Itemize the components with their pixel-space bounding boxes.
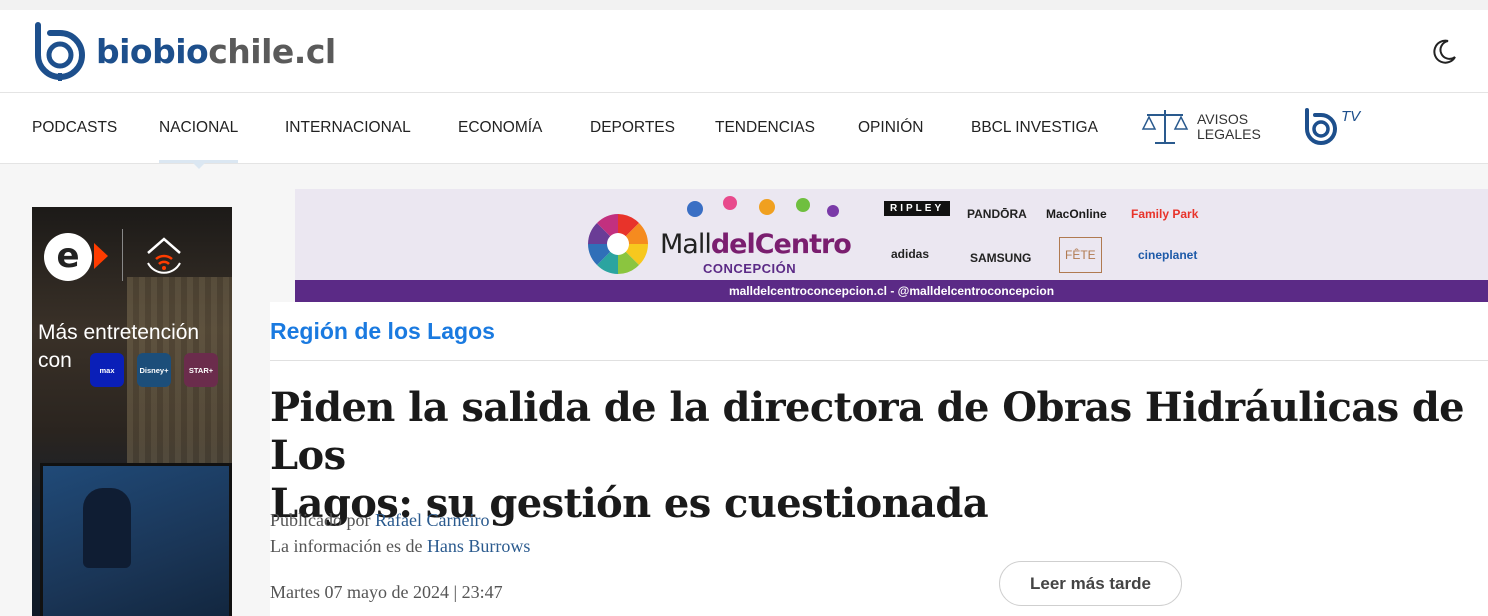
- read-later-button[interactable]: Leer más tarde: [999, 561, 1182, 606]
- entel-mark-icon: [94, 243, 108, 269]
- star-chip: STAR+: [184, 353, 218, 387]
- article-headline: Piden la salida de la directora de Obras…: [270, 384, 1465, 527]
- avisos-legales-link[interactable]: AVISOS LEGALES: [1141, 107, 1267, 147]
- section-divider: [270, 360, 1488, 361]
- nav-nacional[interactable]: NACIONAL: [159, 93, 239, 169]
- nav-bbcl-investiga[interactable]: BBCL INVESTIGA: [971, 93, 1098, 163]
- brand-ripley: RIPLEY: [884, 201, 951, 216]
- scales-icon: [1141, 110, 1189, 144]
- biobio-logo-icon: [35, 22, 85, 81]
- soccer-player-image: [83, 488, 131, 568]
- ad-tv-screen: [40, 463, 232, 616]
- max-chip: max: [90, 353, 124, 387]
- logo-text: biobiochile.cl: [96, 31, 336, 71]
- brand-family-park: Family Park: [1131, 207, 1199, 221]
- entel-logo-icon: e: [44, 233, 92, 281]
- brand-maconline: MacOnline: [1046, 207, 1107, 221]
- brand-cineplanet: cineplanet: [1138, 248, 1198, 262]
- section-link[interactable]: Región de los Lagos: [270, 318, 495, 345]
- left-ad-banner[interactable]: e Más entretención con max Disney+ STAR+: [32, 207, 232, 616]
- color-wheel-logo-icon: [588, 214, 648, 274]
- byline-source: La información es de Hans Burrows: [270, 536, 531, 556]
- brand-adidas: adidas: [891, 247, 930, 261]
- source-link[interactable]: Hans Burrows: [427, 536, 531, 556]
- brand-fete: FÊTE: [1059, 237, 1102, 273]
- streaming-chips: max Disney+ STAR+: [90, 353, 218, 387]
- nav-podcasts[interactable]: PODCASTS: [32, 93, 117, 163]
- nav-tendencias[interactable]: TENDENCIAS: [715, 93, 815, 163]
- ad-divider: [122, 229, 123, 281]
- brand-pandora: PANDŌRA: [967, 207, 1027, 221]
- nav-internacional[interactable]: INTERNACIONAL: [285, 93, 411, 163]
- tv-label: TV: [1341, 108, 1362, 125]
- disney-chip: Disney+: [137, 353, 171, 387]
- mall-banner-ad[interactable]: MalldelCentro CONCEPCIÓN RIPLEY PANDŌRA …: [295, 189, 1488, 302]
- mall-city: CONCEPCIÓN: [703, 261, 797, 276]
- top-bar: biobiochile.cl: [0, 0, 1488, 93]
- nav-economia[interactable]: ECONOMÍA: [458, 93, 542, 163]
- moon-icon: [1433, 39, 1456, 64]
- nav-opinion[interactable]: OPINIÓN: [858, 93, 923, 163]
- publish-date: Martes 07 mayo de 2024 | 23:47: [270, 582, 503, 602]
- main-nav: PODCASTS NACIONAL INTERNACIONAL ECONOMÍA…: [0, 93, 1488, 169]
- article-content: Región de los Lagos Piden la salida de l…: [270, 302, 1488, 616]
- kids-illustration: [687, 196, 839, 217]
- nav-deportes[interactable]: DEPORTES: [590, 93, 675, 163]
- biobio-tv-link[interactable]: TV: [1303, 107, 1363, 152]
- biobio-tv-icon: TV: [1305, 108, 1362, 145]
- avisos-label: AVISOS LEGALES: [1197, 111, 1261, 142]
- dark-mode-toggle[interactable]: [1430, 38, 1458, 71]
- site-logo[interactable]: biobiochile.cl: [32, 21, 336, 81]
- mall-name: MalldelCentro: [660, 229, 852, 260]
- home-wifi-icon: [147, 237, 181, 274]
- brand-samsung: SAMSUNG: [970, 251, 1032, 265]
- author-link[interactable]: Rafael Carneiro: [375, 510, 489, 530]
- byline-author: Publicado por Rafael Carneiro: [270, 510, 490, 530]
- banner-footer-strip: malldelcentroconcepcion.cl - @malldelcen…: [295, 280, 1488, 302]
